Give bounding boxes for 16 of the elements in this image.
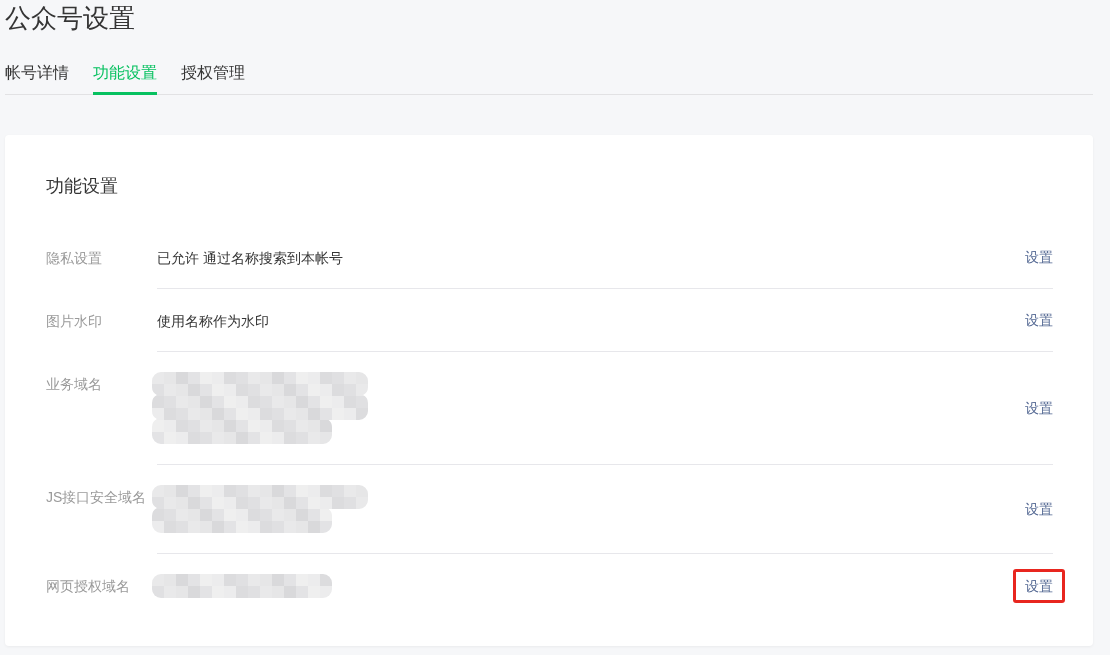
setting-label: JS接口安全域名: [46, 488, 148, 507]
tab[interactable]: 授权管理: [181, 61, 245, 95]
settings-link[interactable]: 设置: [1025, 310, 1053, 330]
settings-link[interactable]: 设置: [1013, 569, 1065, 603]
setting-value: 使用名称作为水印: [157, 312, 269, 331]
settings-link[interactable]: 设置: [1025, 247, 1053, 267]
settings-link[interactable]: 设置: [1025, 499, 1053, 519]
setting-label: 隐私设置: [46, 249, 103, 268]
tab[interactable]: 帐号详情: [5, 61, 69, 95]
settings-link[interactable]: 设置: [1025, 398, 1053, 418]
page-title: 公众号设置: [5, 3, 135, 33]
setting-label: 网页授权域名: [46, 577, 131, 596]
setting-label: 图片水印: [46, 312, 103, 331]
setting-label: 业务域名: [46, 375, 103, 394]
panel-title: 功能设置: [46, 175, 118, 198]
setting-value: 已允许 通过名称搜索到本帐号: [157, 249, 343, 268]
